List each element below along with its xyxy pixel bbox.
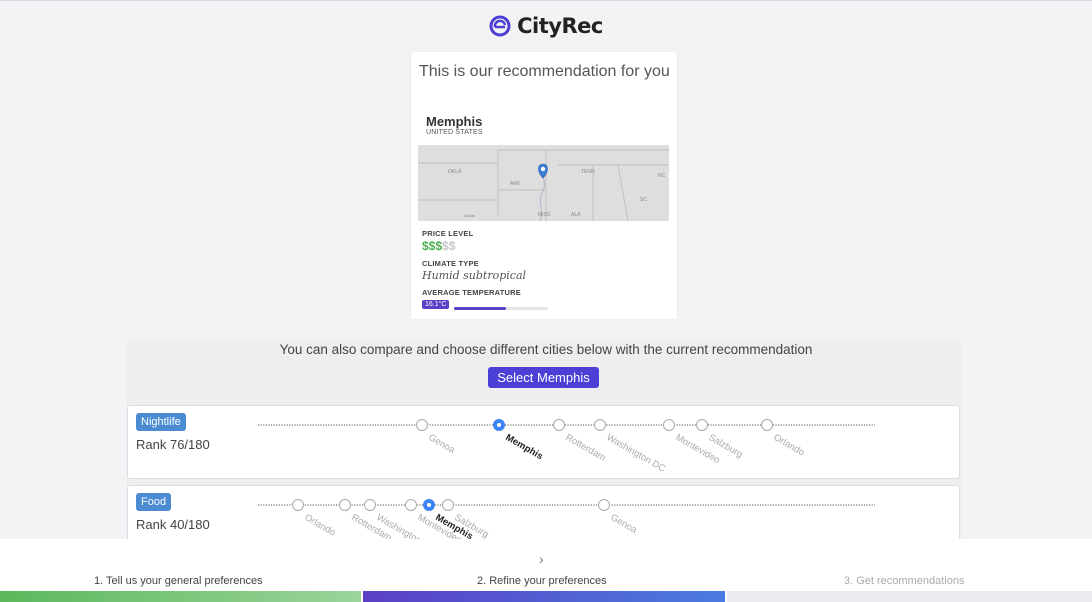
climate-label: CLIMATE TYPE [422,259,479,268]
step-general-preferences[interactable]: 1. Tell us your general preferences [94,575,263,587]
step-refine-preferences[interactable]: 2. Refine your preferences [477,575,607,587]
city-marker[interactable] [696,419,708,431]
city-marker-label: Orlando [772,432,807,458]
chevron-right-icon[interactable]: › [539,551,544,567]
city-marker[interactable] [594,419,606,431]
city-marker[interactable] [292,499,304,511]
step-progress-bar-1 [0,591,361,602]
city-marker[interactable] [339,499,351,511]
map-label: ALA [571,212,581,218]
city-marker[interactable] [553,419,565,431]
category-card-nightlife: Nightlife Rank 76/180 Genoa Memphis Rotter… [127,405,960,479]
select-city-button[interactable]: Select Memphis [488,367,599,388]
map-label: TENN [581,169,595,175]
top-border [0,0,1092,1]
city-marker-dot [497,423,501,427]
recommendation-title: This is our recommendation for you [419,63,670,80]
city-marker[interactable] [663,419,675,431]
step-get-recommendations[interactable]: 3. Get recommendations [844,575,964,587]
map-label: OKLA [448,169,462,175]
city-country: UNITED STATES [426,129,483,136]
logo-text: CityRec [517,14,603,38]
city-map[interactable]: OKLA ARK TENN MISS ALA Dallas NC SC [418,145,669,221]
price-level-off: $$ [442,239,456,253]
step-progress-bar-2 [363,591,725,602]
category-card-food: Food Rank 40/180 Orlando Rotterdam Washing… [127,485,960,555]
map-label: ARK [510,181,521,187]
city-name: Memphis [426,114,483,129]
city-marker-dot [427,503,431,507]
city-marker-label: Memphis [504,432,545,462]
map-label: Dallas [464,213,475,218]
price-level: $$$$$ [422,239,455,253]
logo-icon [489,15,511,37]
recommendation-card: This is our recommendation for you Memph… [411,52,677,319]
climate-value: Humid subtropical [422,269,527,282]
city-marker[interactable] [405,499,417,511]
city-marker[interactable] [416,419,428,431]
city-marker-label: Genoa [609,512,640,536]
city-marker-label: Orlando [303,512,338,538]
temperature-label: AVERAGE TEMPERATURE [422,288,521,297]
map-label: MISS [538,212,551,218]
map-label: NC [658,173,666,179]
city-marker-label: Washington DC [605,432,668,475]
city-marker[interactable] [364,499,376,511]
city-marker-label: Rotterdam [564,432,608,464]
temperature-badge: 16.1°C [422,300,450,309]
city-marker[interactable] [442,499,454,511]
map-label: SC [640,197,647,203]
app-logo[interactable]: CityRec [0,14,1092,38]
temperature-bar [454,307,548,310]
temperature-bar-fill [454,307,506,310]
city-marker[interactable] [598,499,610,511]
city-marker[interactable] [761,419,773,431]
compare-text: You can also compare and choose differen… [279,342,813,357]
price-label: PRICE LEVEL [422,229,474,238]
city-rank-track[interactable]: Genoa Memphis RotterdamWashington DC Montev… [128,406,961,480]
step-progress-bar-3 [727,591,1092,602]
city-marker-label: Genoa [427,432,458,456]
price-level-on: $$$ [422,239,443,253]
